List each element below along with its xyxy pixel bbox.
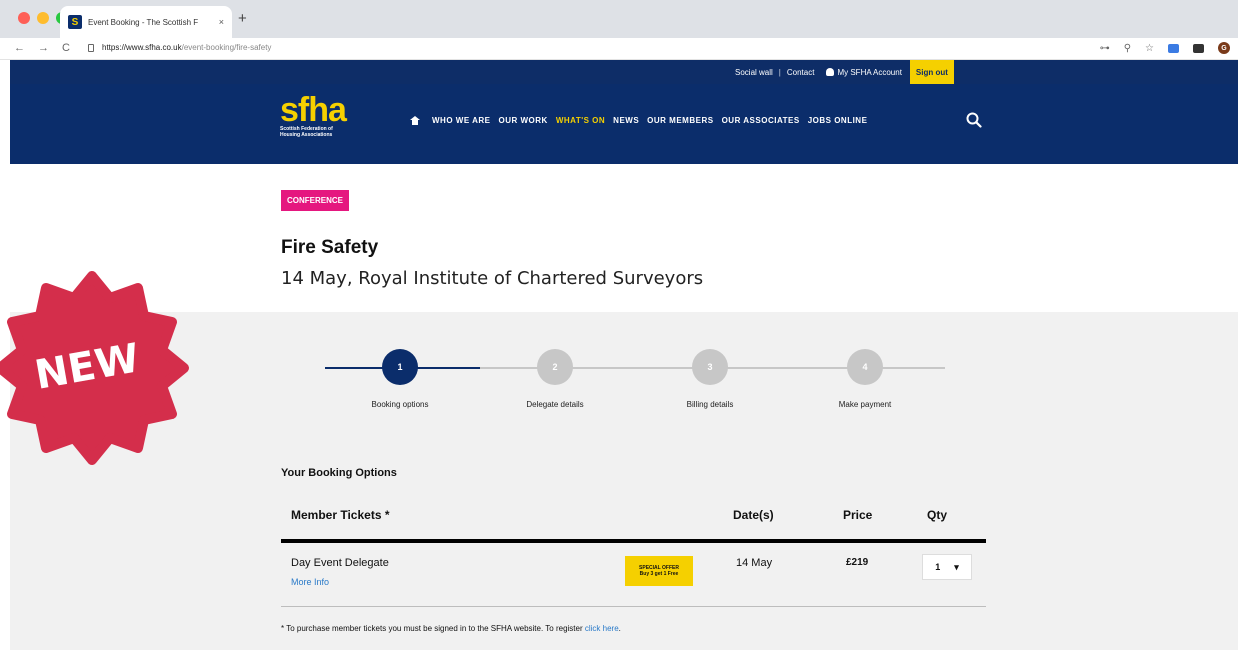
event-title: Fire Safety: [281, 237, 379, 258]
user-icon: [826, 68, 835, 77]
url-path: /event-booking/fire-safety: [181, 43, 272, 52]
minimize-window-button[interactable]: [37, 12, 49, 24]
browser-toolbar-icons: ⊶ ⚲ ☆ G: [1100, 42, 1230, 54]
profile-avatar[interactable]: G: [1218, 42, 1230, 54]
extension-icon[interactable]: [1168, 43, 1179, 53]
url-host: https://www.sfha.co.uk: [102, 43, 182, 52]
main-nav: WHO WE ARE OUR WORK WHAT'S ON NEWS OUR M…: [410, 116, 867, 125]
step-1-label: Booking options: [371, 400, 429, 409]
event-subtitle: 14 May, Royal Institute of Chartered Sur…: [281, 268, 704, 289]
home-icon[interactable]: [410, 116, 420, 125]
top-links: Social wall | Contact My SFHA Account Si…: [735, 60, 954, 84]
special-offer-badge: SPECIAL OFFER Buy 3 get 1 Free: [625, 556, 693, 586]
chevron-down-icon: ▾: [954, 561, 959, 572]
nav-jobs-online[interactable]: JOBS ONLINE: [808, 116, 868, 125]
site-nav: sfha Scottish Federation of Housing Asso…: [10, 84, 1238, 164]
key-icon[interactable]: ⊶: [1100, 43, 1110, 54]
ticket-name: Day Event Delegate: [291, 557, 389, 569]
lock-icon: [88, 44, 94, 52]
step-3-circle: 3: [692, 349, 728, 385]
sign-out-button[interactable]: Sign out: [909, 60, 954, 84]
step-2-label: Delegate details: [526, 400, 584, 409]
quantity-value: 1: [935, 562, 941, 572]
contact-link[interactable]: Contact: [787, 68, 815, 77]
nav-our-associates[interactable]: OUR ASSOCIATES: [722, 116, 800, 125]
tickets-table-header: Member Tickets * Date(s) Price Qty: [281, 503, 986, 543]
logo-wordmark: sfha: [280, 91, 347, 129]
ticket-price: £219: [846, 557, 869, 568]
new-tab-button[interactable]: +: [238, 11, 247, 26]
table-row: Day Event Delegate More Info SPECIAL OFF…: [281, 543, 986, 607]
sfha-logo[interactable]: sfha Scottish Federation of Housing Asso…: [280, 91, 347, 138]
my-account-link[interactable]: My SFHA Account: [826, 67, 902, 77]
zoom-icon[interactable]: ⚲: [1124, 43, 1131, 54]
footnote-end: .: [618, 624, 621, 633]
quantity-select[interactable]: 1 ▾: [922, 554, 972, 580]
tab-title: Event Booking - The Scottish F: [88, 17, 199, 27]
nav-our-work[interactable]: OUR WORK: [498, 116, 547, 125]
logo-line-2: Housing Associations: [280, 132, 333, 138]
close-window-button[interactable]: [18, 12, 30, 24]
nav-whats-on[interactable]: WHAT'S ON: [556, 116, 605, 125]
ticket-date: 14 May: [736, 557, 773, 569]
extension-dark-icon[interactable]: [1193, 43, 1204, 53]
social-wall-link[interactable]: Social wall: [735, 68, 773, 77]
register-link[interactable]: click here: [585, 624, 619, 633]
link-separator: |: [778, 67, 781, 77]
col-qty: Qty: [927, 508, 948, 522]
step-1-circle[interactable]: 1: [382, 349, 418, 385]
tab-bar: S Event Booking - The Scottish F × +: [0, 0, 1238, 38]
bookmark-star-icon[interactable]: ☆: [1145, 43, 1154, 54]
browser-window: S Event Booking - The Scottish F × + ← →…: [0, 0, 1238, 650]
member-ticket-footnote: * To purchase member tickets you must be…: [281, 624, 621, 633]
step-4-circle: 4: [847, 349, 883, 385]
back-icon[interactable]: ←: [14, 42, 25, 54]
step-2-circle: 2: [537, 349, 573, 385]
col-dates: Date(s): [733, 508, 774, 522]
nav-our-members[interactable]: OUR MEMBERS: [647, 116, 713, 125]
booking-steps: 1 2 3 4 Booking options Delegate details…: [325, 349, 945, 429]
more-info-link[interactable]: More Info: [291, 577, 329, 587]
my-account-label: My SFHA Account: [837, 67, 902, 77]
url-field[interactable]: https://www.sfha.co.uk/event-booking/fir…: [102, 43, 271, 52]
sfha-favicon-icon: S: [68, 15, 82, 29]
site-top-bar: Social wall | Contact My SFHA Account Si…: [10, 60, 1238, 84]
address-bar: ← → C https://www.sfha.co.uk/event-booki…: [0, 38, 1238, 60]
step-3-label: Billing details: [686, 400, 734, 409]
booking-options-heading: Your Booking Options: [281, 467, 397, 479]
search-icon[interactable]: [966, 112, 982, 128]
col-price: Price: [843, 508, 873, 522]
nav-news[interactable]: NEWS: [613, 116, 639, 125]
reload-icon[interactable]: C: [62, 42, 70, 54]
nav-buttons: ← → C: [14, 42, 70, 54]
browser-tab[interactable]: S Event Booking - The Scottish F ×: [60, 6, 232, 38]
offer-line-2: Buy 3 get 1 Free: [639, 571, 679, 577]
nav-who-we-are[interactable]: WHO WE ARE: [432, 116, 490, 125]
step-4-label: Make payment: [838, 400, 892, 409]
forward-icon[interactable]: →: [38, 42, 49, 54]
event-type-badge: CONFERENCE: [281, 190, 350, 211]
col-member-tickets: Member Tickets *: [291, 508, 390, 522]
new-sticker: NEW: [0, 271, 189, 465]
footnote-text: * To purchase member tickets you must be…: [281, 624, 583, 633]
tab-close-icon[interactable]: ×: [219, 17, 224, 27]
